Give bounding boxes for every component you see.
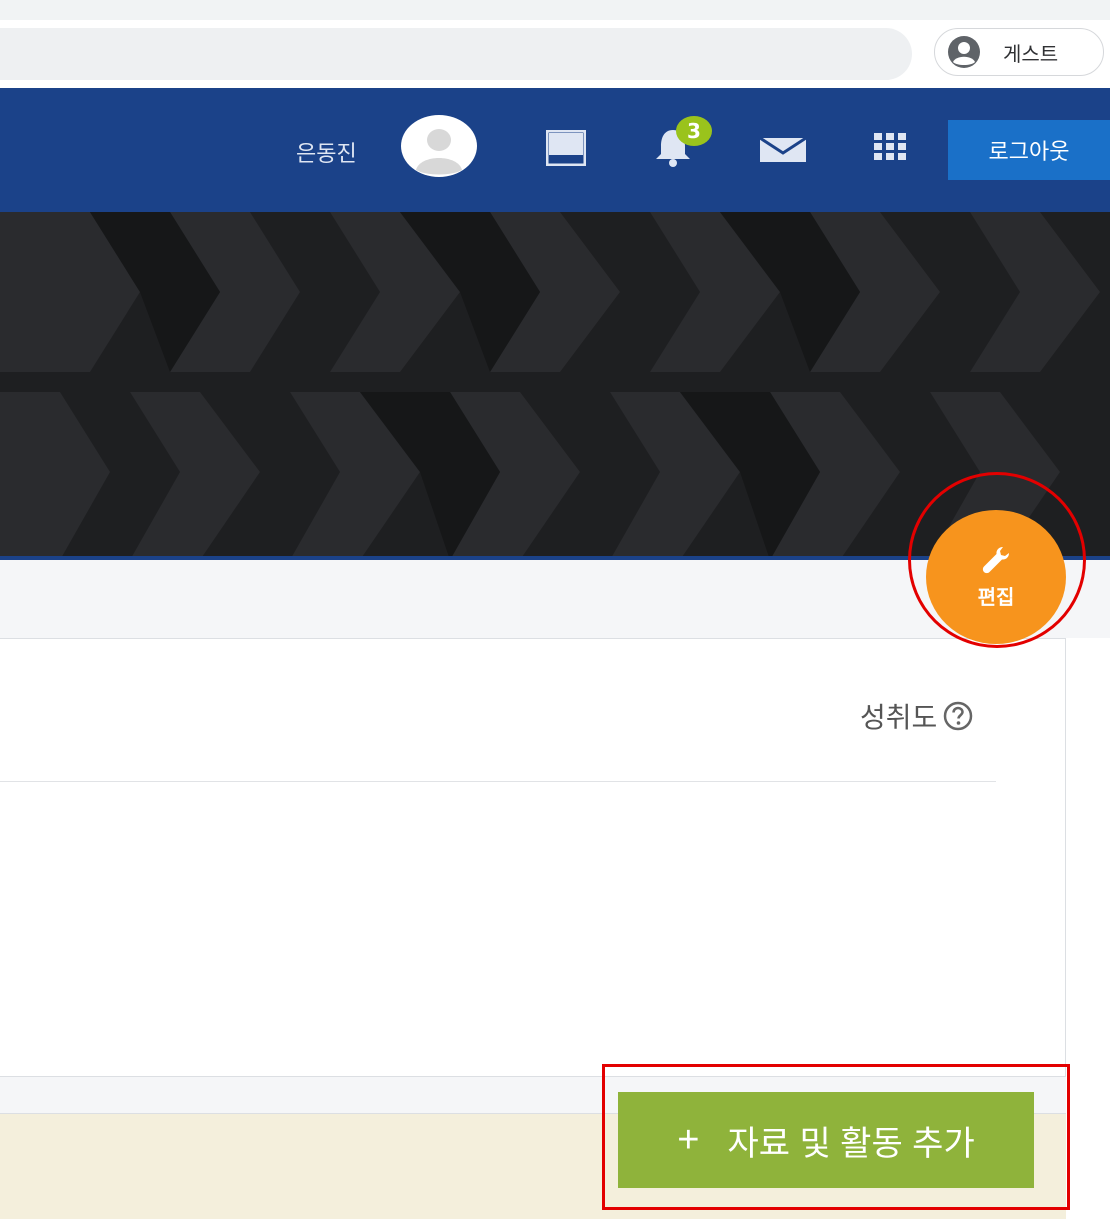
address-bar[interactable] — [0, 28, 912, 80]
add-button-highlight-box — [602, 1064, 1070, 1210]
dock-panel-icon[interactable] — [546, 130, 586, 166]
browser-chrome: 게스트 — [0, 0, 1110, 88]
guest-profile-button[interactable]: 게스트 — [934, 28, 1104, 76]
user-name[interactable]: 은동진 — [296, 136, 357, 168]
notification-badge: 3 — [676, 116, 712, 146]
section-divider — [0, 781, 996, 782]
tab-strip — [0, 0, 1110, 20]
apps-grid-icon[interactable] — [872, 132, 908, 162]
help-circle-icon[interactable] — [943, 701, 973, 731]
account-circle-icon — [948, 36, 980, 68]
achievement-header: 성취도 — [860, 696, 973, 736]
edit-button-highlight-circle — [908, 472, 1086, 648]
logout-button[interactable]: 로그아웃 — [948, 120, 1110, 180]
avatar-icon[interactable] — [400, 114, 478, 178]
guest-label: 게스트 — [1003, 41, 1059, 66]
achievement-label: 성취도 — [860, 701, 938, 734]
envelope-icon[interactable] — [760, 138, 806, 162]
